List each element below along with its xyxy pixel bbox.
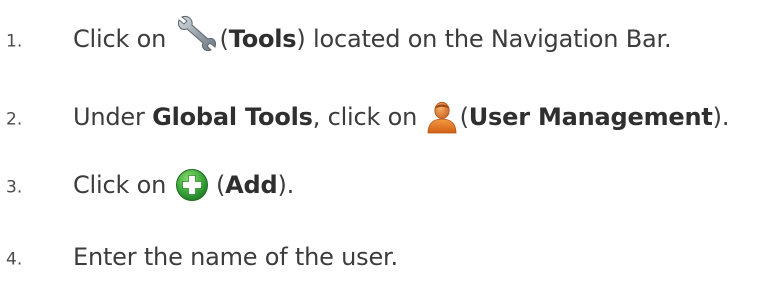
step-bold-label: Tools <box>228 25 297 53</box>
step-text-before: Click on <box>73 25 174 53</box>
paren-open: ( <box>459 103 469 131</box>
add-icon <box>175 168 209 202</box>
step-text-middle: , click on <box>312 103 425 131</box>
step-number: 3. <box>6 177 23 198</box>
step-text: Enter the name of the user. <box>73 243 398 271</box>
step-number: 1. <box>6 31 23 52</box>
step-text: Click on ( Tools ) located on the Naviga… <box>73 16 672 59</box>
step-text-before: Click on <box>73 171 174 199</box>
step-bold-label: User Management <box>468 103 713 131</box>
step-text-after: ) located on the Navigation Bar. <box>296 25 672 53</box>
step-text-before: Under <box>73 103 153 131</box>
step-text-after: ). <box>712 103 730 131</box>
paren-open: ( <box>219 25 229 53</box>
paren-open: ( <box>208 171 226 199</box>
wrench-icon <box>176 13 218 53</box>
step-text: Click on ( Add ). <box>73 168 294 202</box>
step-1: 1. Click on ( Tools ) located on the Nav… <box>0 14 759 64</box>
step-text-after: ). <box>277 171 295 199</box>
step-bold-label: Add <box>225 171 278 199</box>
step-2: 2. Under Global Tools , click on (User … <box>0 92 759 142</box>
user-icon <box>425 100 459 134</box>
step-number: 2. <box>6 109 23 130</box>
step-text: Under Global Tools , click on (User Man… <box>73 100 729 134</box>
instruction-steps: 1. Click on ( Tools ) located on the Nav… <box>0 0 759 307</box>
step-4: 4. Enter the name of the user. <box>0 232 759 282</box>
step-number: 4. <box>6 249 23 270</box>
step-3: 3. Click on ( Add ). <box>0 160 759 210</box>
step-section-label: Global Tools <box>152 103 313 131</box>
